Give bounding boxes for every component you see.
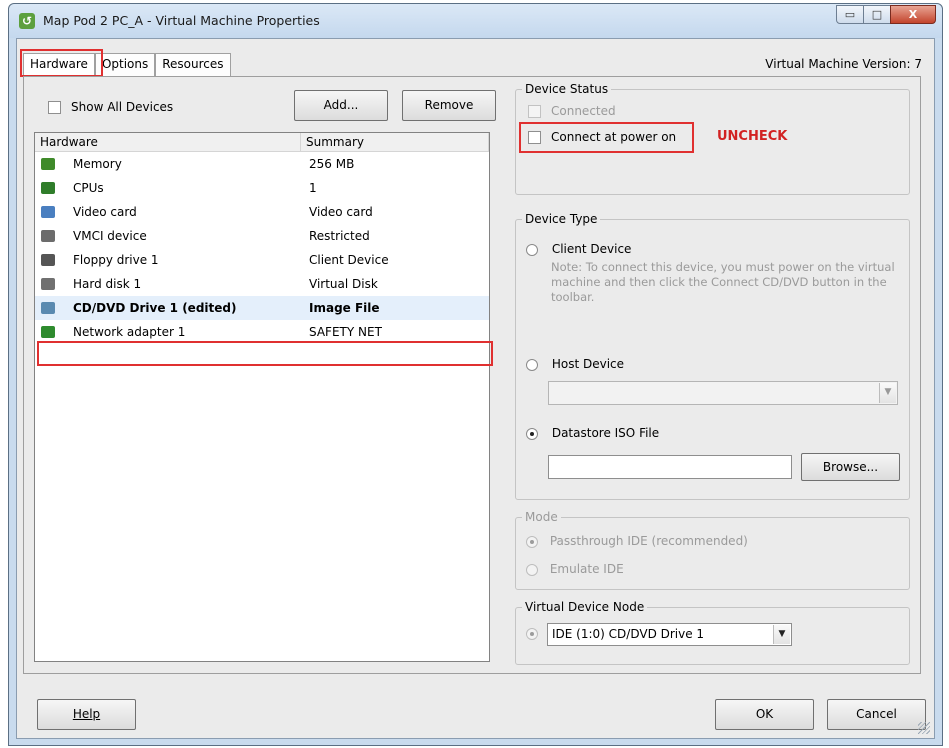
- hardware-rows: Memory 256 MB CPUs 1 Video card Video card VMC…: [35, 152, 489, 344]
- ok-button[interactable]: OK: [715, 699, 814, 730]
- hardware-tab-highlight: [20, 49, 103, 77]
- vdn-select[interactable]: IDE (1:0) CD/DVD Drive 1 ▼: [547, 623, 792, 646]
- window-title: Map Pod 2 PC_A - Virtual Machine Propert…: [43, 13, 320, 28]
- uncheck-annotation: UNCHECK: [717, 129, 788, 144]
- row-summary: SAFETY NET: [309, 325, 382, 339]
- connect-power-highlight: [519, 122, 694, 153]
- row-summary: Video card: [309, 205, 373, 219]
- table-row[interactable]: CPUs 1: [35, 176, 489, 200]
- properties-window: ↺ Map Pod 2 PC_A - Virtual Machine Prope…: [8, 3, 943, 746]
- cpu-icon: [41, 182, 55, 194]
- host-device-label: Host Device: [551, 357, 625, 371]
- row-hardware-name: Floppy drive 1: [73, 253, 159, 267]
- emulate-ide-label: Emulate IDE: [549, 562, 624, 576]
- host-device-radio[interactable]: Host Device: [526, 357, 624, 371]
- row-summary: Client Device: [309, 253, 389, 267]
- row-summary: 256 MB: [309, 157, 355, 171]
- disk-icon: [41, 278, 55, 290]
- vdn-radio[interactable]: [526, 628, 538, 640]
- show-all-devices-checkbox[interactable]: Show All Devices: [48, 100, 173, 114]
- row-hardware-name: Network adapter 1: [73, 325, 186, 339]
- row-hardware-name: Memory: [73, 157, 122, 171]
- add-button[interactable]: Add...: [294, 90, 388, 121]
- mode-legend: Mode: [522, 510, 561, 524]
- datastore-iso-radio-dot[interactable]: [526, 427, 538, 440]
- table-row[interactable]: Memory 256 MB: [35, 152, 489, 176]
- device-icon: [41, 230, 55, 242]
- table-row[interactable]: VMCI device Restricted: [35, 224, 489, 248]
- tab-options[interactable]: Options: [94, 53, 156, 76]
- floppy-icon: [41, 254, 55, 266]
- chevron-down-icon[interactable]: ▼: [879, 383, 896, 403]
- row-hardware-name: Hard disk 1: [73, 277, 142, 291]
- device-status-legend: Device Status: [522, 82, 612, 96]
- resize-grip[interactable]: [918, 722, 930, 734]
- column-header-summary[interactable]: Summary: [301, 133, 489, 151]
- hardware-list-header: Hardware Summary: [35, 133, 489, 152]
- datastore-iso-label: Datastore ISO File: [551, 426, 660, 440]
- table-row[interactable]: Floppy drive 1 Client Device: [35, 248, 489, 272]
- device-type-group: Device Type Client Device Note: To conne…: [515, 212, 910, 500]
- minimize-button[interactable]: ▭: [836, 5, 864, 24]
- emulate-radio-dot[interactable]: [526, 563, 538, 576]
- dialog-client: Hardware Options Resources Virtual Machi…: [16, 38, 935, 739]
- help-label: Help: [72, 707, 101, 721]
- close-button[interactable]: X: [890, 5, 936, 24]
- row-summary: Virtual Disk: [309, 277, 378, 291]
- monitor-icon: [41, 206, 55, 218]
- row-summary: Image File: [309, 301, 380, 315]
- vdn-selected-value: IDE (1:0) CD/DVD Drive 1: [552, 627, 705, 641]
- client-device-radio-dot[interactable]: [526, 243, 538, 256]
- client-device-label: Client Device: [551, 242, 632, 256]
- emulate-ide-radio[interactable]: Emulate IDE: [526, 562, 624, 576]
- show-all-devices-box[interactable]: [48, 100, 61, 114]
- hardware-list: Hardware Summary Memory 256 MB CPUs 1 Video …: [34, 132, 490, 662]
- row-hardware-name: Video card: [73, 205, 137, 219]
- cancel-button[interactable]: Cancel: [827, 699, 926, 730]
- network-icon: [41, 326, 55, 338]
- client-device-radio[interactable]: Client Device: [526, 242, 631, 256]
- row-summary: Restricted: [309, 229, 370, 243]
- browse-button[interactable]: Browse...: [801, 453, 900, 481]
- virtual-device-node-group: Virtual Device Node IDE (1:0) CD/DVD Dri…: [515, 600, 910, 665]
- device-type-legend: Device Type: [522, 212, 601, 226]
- host-device-select[interactable]: ▼: [548, 381, 898, 405]
- row-summary: 1: [309, 181, 317, 195]
- hardware-pane: Show All Devices Add... Remove Hardware …: [23, 76, 921, 674]
- connected-label: Connected: [551, 104, 616, 118]
- host-device-radio-dot[interactable]: [526, 358, 538, 371]
- datastore-iso-radio[interactable]: Datastore ISO File: [526, 426, 659, 440]
- row-hardware-name: CD/DVD Drive 1 (edited): [73, 301, 237, 315]
- table-row[interactable]: Hard disk 1 Virtual Disk: [35, 272, 489, 296]
- client-device-note: Note: To connect this device, you must p…: [551, 260, 895, 304]
- vm-app-icon: ↺: [19, 13, 35, 29]
- help-button[interactable]: Help: [37, 699, 136, 730]
- cd-drive-highlight: [37, 341, 493, 366]
- memory-icon: [41, 158, 55, 170]
- passthrough-ide-radio[interactable]: Passthrough IDE (recommended): [526, 534, 748, 548]
- table-row[interactable]: CD/DVD Drive 1 (edited) Image File: [35, 296, 489, 320]
- iso-path-input[interactable]: [548, 455, 792, 479]
- maximize-button[interactable]: □: [863, 5, 891, 24]
- chevron-down-icon[interactable]: ▼: [773, 625, 790, 644]
- vdn-legend: Virtual Device Node: [522, 600, 648, 614]
- connected-box[interactable]: [528, 104, 541, 118]
- device-status-group: Device Status Connected Connect at power…: [515, 82, 910, 195]
- table-row[interactable]: Video card Video card: [35, 200, 489, 224]
- row-hardware-name: CPUs: [73, 181, 104, 195]
- cd-drive-icon: [41, 302, 55, 314]
- title-bar[interactable]: ↺ Map Pod 2 PC_A - Virtual Machine Prope…: [9, 4, 942, 38]
- column-header-hardware[interactable]: Hardware: [35, 133, 301, 151]
- remove-button[interactable]: Remove: [402, 90, 496, 121]
- connected-checkbox[interactable]: Connected: [528, 104, 616, 118]
- vm-version-label: Virtual Machine Version: 7: [765, 57, 922, 71]
- tab-resources[interactable]: Resources: [155, 53, 231, 76]
- mode-group: Mode Passthrough IDE (recommended) Emula…: [515, 510, 910, 590]
- passthrough-radio-dot[interactable]: [526, 535, 538, 548]
- passthrough-ide-label: Passthrough IDE (recommended): [549, 534, 748, 548]
- row-hardware-name: VMCI device: [73, 229, 147, 243]
- show-all-devices-label: Show All Devices: [71, 100, 174, 114]
